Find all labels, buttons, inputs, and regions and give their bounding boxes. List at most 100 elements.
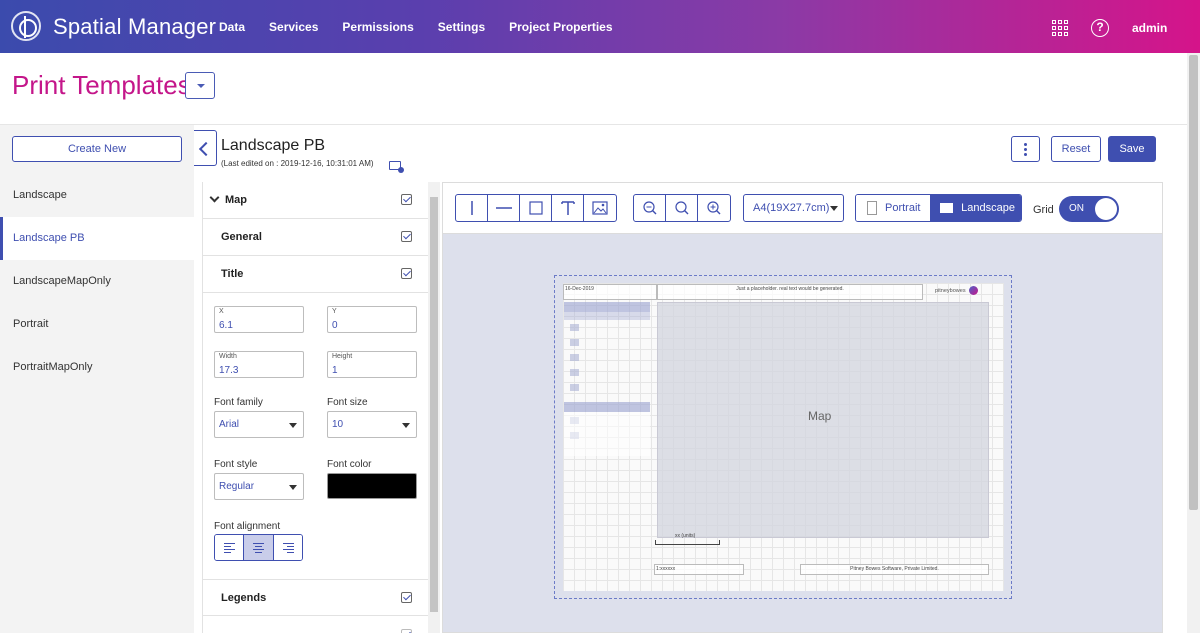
orientation-toggle: Portrait Landscape xyxy=(855,194,1022,222)
main-nav: Data Services Permissions Settings Proje… xyxy=(219,20,637,34)
layout-canvas: A4(19X27.7cm) Portrait Landscape Grid ON… xyxy=(442,182,1163,633)
search-icon xyxy=(675,201,689,215)
vertical-line-icon xyxy=(471,201,473,215)
vertical-line-tool[interactable] xyxy=(456,195,488,221)
legend-swatch xyxy=(570,384,579,391)
section-legends[interactable]: Legends xyxy=(203,579,428,616)
horizontal-line-tool[interactable] xyxy=(488,195,520,221)
y-field-label: Y xyxy=(332,308,337,315)
height-field[interactable]: Height 1 xyxy=(327,351,417,378)
app-title[interactable]: Spatial Manager xyxy=(53,14,216,40)
image-tool[interactable] xyxy=(584,195,616,221)
help-icon[interactable]: ? xyxy=(1091,19,1109,37)
nav-data[interactable]: Data xyxy=(219,20,245,34)
paper-size-select[interactable]: A4(19X27.7cm) xyxy=(743,194,844,222)
nav-settings[interactable]: Settings xyxy=(438,20,485,34)
copyright-element[interactable]: Pitney Bowes Software, Private Limited. xyxy=(800,564,989,575)
properties-scrollbar-thumb[interactable] xyxy=(430,197,438,612)
template-sidebar: Create New Landscape Landscape PB Landsc… xyxy=(0,125,194,633)
rectangle-tool[interactable] xyxy=(520,195,552,221)
sidebar-item-portrait-map-only[interactable]: PortraitMapOnly xyxy=(0,346,194,389)
zoom-out-button[interactable] xyxy=(634,195,666,221)
rectangle-icon xyxy=(529,201,543,215)
font-color-swatch[interactable] xyxy=(327,473,417,499)
canvas-toolbar: A4(19X27.7cm) Portrait Landscape Grid ON xyxy=(443,183,1162,234)
more-options-button[interactable] xyxy=(1011,136,1040,162)
height-field-value[interactable]: 1 xyxy=(332,365,338,376)
width-field-value[interactable]: 17.3 xyxy=(219,365,238,376)
landscape-button[interactable]: Landscape xyxy=(930,195,1021,221)
legend-body xyxy=(564,412,650,456)
y-field[interactable]: Y 0 xyxy=(327,306,417,333)
legend-header xyxy=(564,402,650,412)
title-element[interactable]: Just a placeholder. real text would be g… xyxy=(657,284,923,300)
general-checkbox[interactable] xyxy=(401,231,412,242)
font-family-select[interactable]: Arial xyxy=(214,411,304,438)
grid-toggle-state: ON xyxy=(1069,203,1084,214)
pitney-bowes-logo-icon[interactable] xyxy=(969,286,978,295)
section-general-label: General xyxy=(221,231,262,243)
sidebar-item-landscape-pb[interactable]: Landscape PB xyxy=(0,217,194,260)
align-center-button[interactable] xyxy=(244,535,274,560)
align-right-button[interactable] xyxy=(273,535,302,560)
date-element[interactable]: 16-Dec-2019 xyxy=(563,284,657,300)
zoom-in-button[interactable] xyxy=(698,195,730,221)
user-menu[interactable]: admin xyxy=(1132,21,1167,35)
chevron-down-icon[interactable] xyxy=(209,192,220,203)
nav-permissions[interactable]: Permissions xyxy=(342,20,413,34)
sidebar-item-portrait[interactable]: Portrait xyxy=(0,303,194,346)
section-title[interactable]: Title xyxy=(203,256,428,293)
font-alignment-group xyxy=(214,534,303,561)
scale-text-element[interactable]: 1:xxxxxx xyxy=(654,564,744,575)
horizontal-line-icon xyxy=(496,207,512,209)
scale-bar[interactable] xyxy=(655,540,720,545)
spatial-manager-logo-icon[interactable] xyxy=(11,11,41,41)
folder-info-icon[interactable] xyxy=(389,161,404,173)
x-field-label: X xyxy=(219,308,224,315)
collapse-sidebar-button[interactable] xyxy=(194,130,217,166)
x-field[interactable]: X 6.1 xyxy=(214,306,304,333)
page-title-dropdown-button[interactable] xyxy=(185,72,215,99)
section-general[interactable]: General xyxy=(203,219,428,256)
map-element[interactable]: Map xyxy=(657,302,989,538)
properties-panel: Map General Title X 6.1 Y 0 Width 17.3 H… xyxy=(202,182,428,633)
font-style-select[interactable]: Regular xyxy=(214,473,304,500)
portrait-label: Portrait xyxy=(885,202,921,214)
print-page-preview[interactable]: 16-Dec-2019 Just a placeholder. real tex… xyxy=(563,283,1004,591)
legends-checkbox[interactable] xyxy=(401,592,412,603)
y-field-value[interactable]: 0 xyxy=(332,320,338,331)
width-field[interactable]: Width 17.3 xyxy=(214,351,304,378)
create-new-button[interactable]: Create New xyxy=(12,136,182,162)
nav-services[interactable]: Services xyxy=(269,20,318,34)
text-tool[interactable] xyxy=(552,195,584,221)
font-color-label: Font color xyxy=(327,459,372,470)
grid-toggle[interactable]: ON xyxy=(1059,196,1119,222)
reset-button[interactable]: Reset xyxy=(1051,136,1101,162)
align-left-button[interactable] xyxy=(215,535,245,560)
section-map-label: Map xyxy=(225,194,247,206)
section-legends-label: Legends xyxy=(221,592,267,604)
template-name: Landscape PB xyxy=(221,137,326,154)
portrait-button[interactable]: Portrait xyxy=(856,195,931,221)
text-icon xyxy=(561,201,575,215)
next-section-checkbox[interactable] xyxy=(401,629,412,633)
font-family-label: Font family xyxy=(214,397,263,408)
page-selection-outline[interactable]: 16-Dec-2019 Just a placeholder. real tex… xyxy=(554,275,1012,599)
map-checkbox[interactable] xyxy=(401,194,412,205)
zoom-fit-button[interactable] xyxy=(666,195,698,221)
section-map[interactable]: Map xyxy=(203,182,428,219)
page-scrollbar-thumb[interactable] xyxy=(1189,55,1198,510)
sidebar-item-landscape[interactable]: Landscape xyxy=(0,174,194,217)
zoom-out-icon xyxy=(643,201,657,215)
pitney-bowes-logo-text[interactable]: pitneybowes xyxy=(935,288,966,294)
nav-project-properties[interactable]: Project Properties xyxy=(509,20,612,34)
sidebar-item-landscape-map-only[interactable]: LandscapeMapOnly xyxy=(0,260,194,303)
section-next-partial[interactable] xyxy=(203,617,428,633)
height-field-label: Height xyxy=(332,353,353,360)
scale-text: 1:xxxxxx xyxy=(656,566,676,572)
save-button[interactable]: Save xyxy=(1108,136,1156,162)
x-field-value[interactable]: 6.1 xyxy=(219,320,233,331)
title-checkbox[interactable] xyxy=(401,268,412,279)
font-size-select[interactable]: 10 xyxy=(327,411,417,438)
apps-grid-icon[interactable] xyxy=(1052,20,1068,36)
